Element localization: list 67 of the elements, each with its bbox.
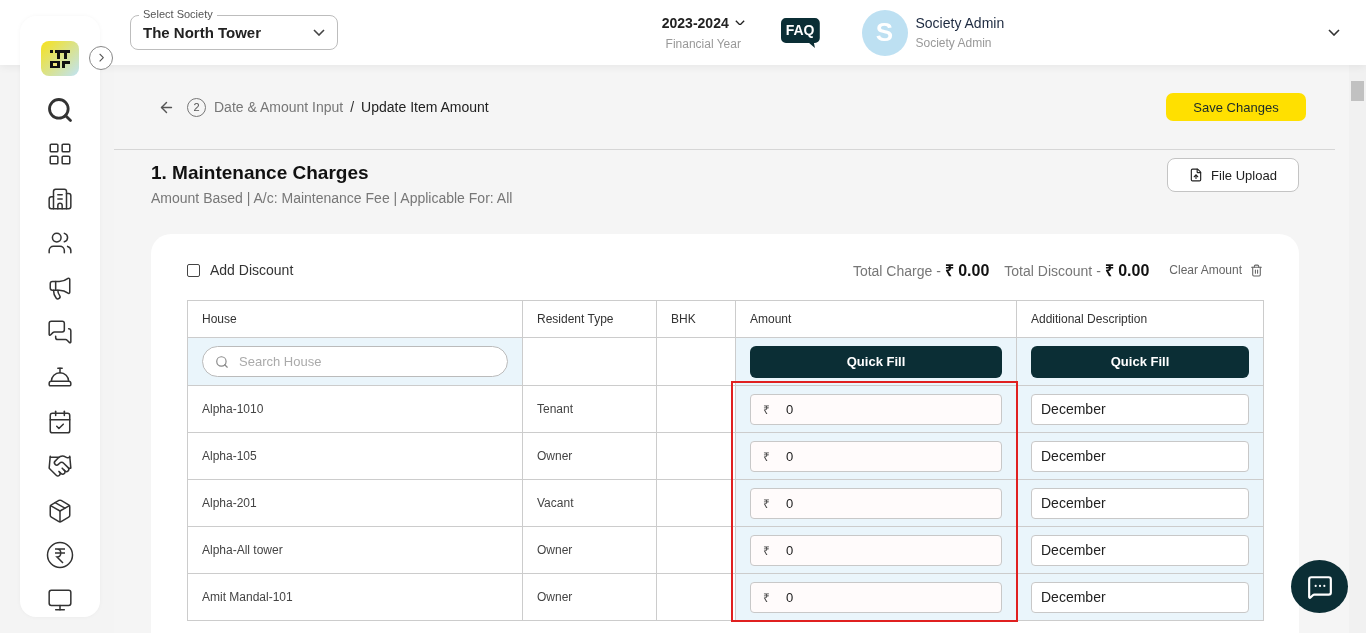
total-summary: Total Discount - ₹ 0.00 xyxy=(1004,261,1150,281)
resident-type-cell: Owner xyxy=(522,573,657,621)
financial-year-select[interactable]: 2023-2024 xyxy=(661,14,745,31)
quick-fill-button[interactable]: Quick Fill xyxy=(750,345,1002,378)
amount-input[interactable]: 0 xyxy=(784,588,989,606)
currency-symbol: ₹ xyxy=(763,589,770,606)
faq-button[interactable]: FAQ xyxy=(780,17,820,48)
section-title: 1. Maintenance Charges xyxy=(151,162,370,184)
amount-input-field[interactable]: ₹ 0 xyxy=(750,534,1002,566)
file-upload-icon xyxy=(1189,168,1204,182)
amount-input[interactable]: 0 xyxy=(784,494,989,512)
resident-type-cell: Vacant xyxy=(522,479,657,527)
resident-type-cell: Owner xyxy=(522,432,657,480)
amount-input-field[interactable]: ₹ 0 xyxy=(750,487,1002,519)
house-cell: Alpha-105 xyxy=(187,432,523,480)
select-value: The North Tower xyxy=(143,24,262,41)
search-house-field[interactable]: Search House xyxy=(202,346,508,377)
total-summary: Total Charge - ₹ 0.00 xyxy=(852,261,990,281)
description-input-field[interactable]: December xyxy=(1031,534,1249,566)
search-icon xyxy=(215,354,229,369)
amount-input-field[interactable]: ₹ 0 xyxy=(750,440,1002,472)
description-input-field[interactable]: December xyxy=(1031,581,1249,613)
user-name: Society Admin xyxy=(915,15,1005,31)
user-role: Society Admin xyxy=(915,36,993,50)
house-cell: Alpha-201 xyxy=(187,479,523,527)
column-header: Additional Description xyxy=(1016,300,1264,338)
add-discount-checkbox[interactable] xyxy=(187,263,200,277)
currency-symbol: ₹ xyxy=(763,448,770,465)
description-input-field[interactable]: December xyxy=(1031,487,1249,519)
breadcrumb-current: Update Item Amount xyxy=(361,99,489,115)
financial-year-caption: Financial Year xyxy=(665,36,741,51)
currency-symbol: ₹ xyxy=(763,495,770,512)
resident-type-cell: Owner xyxy=(522,526,657,574)
column-header: Amount xyxy=(735,300,1017,338)
file-upload-button[interactable]: File Upload xyxy=(1167,158,1299,192)
clear-amount-button[interactable]: Clear Amount xyxy=(1169,263,1263,277)
chevron-right-icon xyxy=(98,53,104,63)
quick-fill-button[interactable]: Quick Fill xyxy=(1031,345,1249,378)
amount-input-field[interactable]: ₹ 0 xyxy=(750,581,1002,613)
section-subtitle: Amount Based | A/c: Maintenance Fee | Applicable For: All xyxy=(151,190,513,206)
resident-type-cell: Tenant xyxy=(522,385,657,433)
description-input-field[interactable]: December xyxy=(1031,393,1249,425)
chat-icon xyxy=(1306,573,1333,600)
select-label: Select Society xyxy=(139,8,217,21)
add-discount-label: Add Discount xyxy=(210,262,294,278)
user-menu-button[interactable] xyxy=(1328,29,1340,36)
column-header: BHK xyxy=(656,300,736,338)
house-cell: Amit Mandal-101 xyxy=(187,573,523,621)
amount-input[interactable]: 0 xyxy=(784,541,989,559)
amount-input[interactable]: 0 xyxy=(784,400,989,418)
breadcrumb-link[interactable]: Date & Amount Input xyxy=(214,99,344,115)
app-logo[interactable] xyxy=(41,41,79,77)
currency-symbol: ₹ xyxy=(763,542,770,559)
chevron-down-icon xyxy=(734,19,745,26)
save-changes-button[interactable]: Save Changes xyxy=(1166,93,1306,121)
breadcrumb-separator: / xyxy=(350,99,355,115)
trash-icon xyxy=(1250,263,1263,277)
house-cell: Alpha-1010 xyxy=(187,385,523,433)
amount-input[interactable]: 0 xyxy=(784,447,989,465)
chevron-down-icon xyxy=(1328,29,1340,36)
chevron-down-icon xyxy=(313,29,325,36)
column-header: House xyxy=(187,300,523,338)
house-cell: Alpha-All tower xyxy=(187,526,523,574)
amount-input-field[interactable]: ₹ 0 xyxy=(750,393,1002,425)
column-header: Resident Type xyxy=(522,300,657,338)
currency-symbol: ₹ xyxy=(763,401,770,418)
description-input-field[interactable]: December xyxy=(1031,440,1249,472)
